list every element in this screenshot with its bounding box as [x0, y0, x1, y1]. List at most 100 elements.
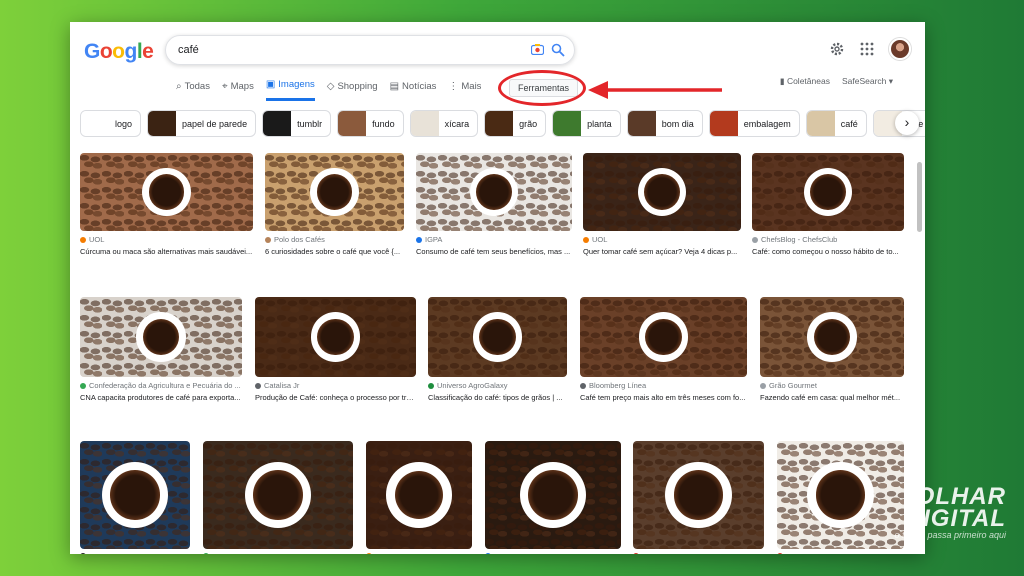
- result-source[interactable]: [633, 553, 764, 554]
- favicon-icon: [80, 236, 86, 243]
- image-result[interactable]: Universo AgroGalaxy Classificação do café…: [428, 297, 567, 402]
- result-thumbnail[interactable]: [633, 441, 764, 549]
- result-caption[interactable]: 6 curiosidades sobre o café que você {..…: [265, 247, 404, 256]
- coffee-surface: [317, 318, 354, 356]
- tab-imagens[interactable]: ▣ Imagens: [265, 79, 315, 101]
- tab-mais[interactable]: ⋮ Mais: [448, 79, 481, 101]
- chip-planta[interactable]: planta: [552, 110, 621, 137]
- image-result[interactable]: UOL Cúrcuma ou maca são alternativas mais…: [80, 153, 253, 256]
- gear-icon[interactable]: [829, 41, 845, 57]
- chip-café[interactable]: café: [805, 110, 867, 137]
- result-thumbnail[interactable]: [580, 297, 747, 377]
- result-source[interactable]: [203, 553, 353, 554]
- chip-papel-de-parede[interactable]: papel de parede: [147, 110, 257, 137]
- chip-fundo[interactable]: fundo: [337, 110, 404, 137]
- result-source[interactable]: [366, 553, 472, 554]
- chevron-right-icon[interactable]: ›: [895, 111, 919, 135]
- result-source[interactable]: UOL: [80, 235, 253, 244]
- result-thumbnail[interactable]: [265, 153, 404, 231]
- coffee-surface: [110, 470, 160, 520]
- image-result[interactable]: UOL Quer tomar café sem açúcar? Veja 4 di…: [583, 153, 741, 256]
- result-source[interactable]: Polo dos Cafés: [265, 235, 404, 244]
- chip-tumblr[interactable]: tumblr: [262, 110, 332, 137]
- result-source[interactable]: Catalisa Jr: [255, 381, 416, 390]
- result-source[interactable]: Bloomberg Línea: [580, 381, 747, 390]
- camera-icon[interactable]: [531, 44, 544, 55]
- tab-todas[interactable]: ⌕ Todas: [176, 79, 210, 101]
- collections-label: Coletâneas: [786, 76, 830, 86]
- chip-xícara[interactable]: xícara: [409, 110, 479, 137]
- collections-link[interactable]: ▮ Coletâneas: [780, 76, 830, 87]
- result-source[interactable]: ChefsBlog - ChefsClub: [752, 235, 904, 244]
- image-result[interactable]: Grão Gourmet Fazendo café em casa: qual m…: [760, 297, 904, 402]
- google-logo[interactable]: Google: [84, 40, 154, 64]
- result-caption[interactable]: Cúrcuma ou maca são alternativas mais sa…: [80, 247, 253, 256]
- result-thumbnail[interactable]: [80, 153, 253, 231]
- image-result[interactable]: Bloomberg Línea Café tem preço mais alto …: [580, 297, 747, 402]
- chip-grão[interactable]: grão: [484, 110, 547, 137]
- result-caption[interactable]: CNA capacita produtores de café para exp…: [80, 393, 242, 402]
- result-thumbnail[interactable]: [583, 153, 741, 231]
- result-source[interactable]: Confederação da Agricultura e Pecuária d…: [80, 381, 242, 390]
- result-caption[interactable]: Café tem preço mais alto em três meses c…: [580, 393, 747, 402]
- result-source[interactable]: [485, 553, 621, 554]
- chip-logo[interactable]: logo: [80, 110, 142, 137]
- result-source[interactable]: UOL: [583, 235, 741, 244]
- tab-shopping[interactable]: ◇ Shopping: [327, 79, 378, 101]
- logo-letter: o: [112, 40, 125, 63]
- result-caption[interactable]: Café: como começou o nosso hábito de to.…: [752, 247, 904, 256]
- result-thumbnail[interactable]: [80, 297, 242, 377]
- chip-label: tumblr: [297, 118, 323, 129]
- chip-label: café: [840, 118, 858, 129]
- source-label: Grão Gourmet: [769, 381, 817, 390]
- image-result[interactable]: [777, 441, 904, 554]
- chip-label: bom dia: [661, 118, 694, 129]
- result-thumbnail[interactable]: [416, 153, 572, 231]
- result-thumbnail[interactable]: [485, 441, 621, 549]
- image-result[interactable]: [633, 441, 764, 554]
- tab-maps[interactable]: ⌖ Maps: [222, 79, 254, 101]
- result-thumbnail[interactable]: [752, 153, 904, 231]
- result-source[interactable]: [80, 553, 190, 554]
- result-caption[interactable]: Quer tomar café sem açúcar? Veja 4 dicas…: [583, 247, 741, 256]
- image-result[interactable]: Polo dos Cafés 6 curiosidades sobre o caf…: [265, 153, 404, 256]
- chip-embalagem[interactable]: embalagem: [708, 110, 800, 137]
- apps-grid-icon[interactable]: [859, 41, 875, 57]
- image-result[interactable]: [366, 441, 472, 554]
- result-source[interactable]: [777, 553, 904, 554]
- result-caption[interactable]: Classificação do café: tipos de grãos | …: [428, 393, 567, 402]
- map-pin-icon: ⌖: [221, 80, 228, 92]
- image-result[interactable]: [80, 441, 190, 554]
- tab-notícias[interactable]: ▤ Notícias: [390, 79, 437, 101]
- chip-bom-dia[interactable]: bom dia: [626, 110, 703, 137]
- result-thumbnail[interactable]: [255, 297, 416, 377]
- search-icon[interactable]: [551, 43, 565, 57]
- coffee-cup: [665, 461, 732, 529]
- result-caption[interactable]: Consumo de café tem seus benefícios, mas…: [416, 247, 572, 256]
- result-source[interactable]: IGPA: [416, 235, 572, 244]
- image-result[interactable]: ChefsBlog - ChefsClub Café: como começou …: [752, 153, 904, 256]
- result-thumbnail[interactable]: [760, 297, 904, 377]
- scrollbar[interactable]: [917, 162, 922, 232]
- result-thumbnail[interactable]: [428, 297, 567, 377]
- result-caption[interactable]: Fazendo café em casa: qual melhor mét...: [760, 393, 904, 402]
- result-caption[interactable]: Produção de Café: conheça o processo por…: [255, 393, 416, 402]
- result-thumbnail[interactable]: [777, 441, 904, 549]
- result-thumbnail[interactable]: [203, 441, 353, 549]
- search-box[interactable]: café: [165, 35, 575, 65]
- image-result[interactable]: Catalisa Jr Produção de Café: conheça o p…: [255, 297, 416, 402]
- image-result[interactable]: Confederação da Agricultura e Pecuária d…: [80, 297, 242, 402]
- arrow-left-icon: [588, 81, 722, 99]
- source-label: IGPA: [425, 235, 443, 244]
- avatar[interactable]: [889, 38, 911, 60]
- image-result[interactable]: [203, 441, 353, 554]
- result-source[interactable]: Grão Gourmet: [760, 381, 904, 390]
- image-result[interactable]: IGPA Consumo de café tem seus benefícios,…: [416, 153, 572, 256]
- result-thumbnail[interactable]: [366, 441, 472, 549]
- result-source[interactable]: Universo AgroGalaxy: [428, 381, 567, 390]
- image-result[interactable]: [485, 441, 621, 554]
- browser-window: Google café ⌕ Todas ⌖ Maps ▣ Imagens ◇ Shopping…: [70, 22, 925, 554]
- safesearch-link[interactable]: SafeSearch ▾: [842, 76, 893, 87]
- search-input[interactable]: café: [178, 44, 199, 56]
- result-thumbnail[interactable]: [80, 441, 190, 549]
